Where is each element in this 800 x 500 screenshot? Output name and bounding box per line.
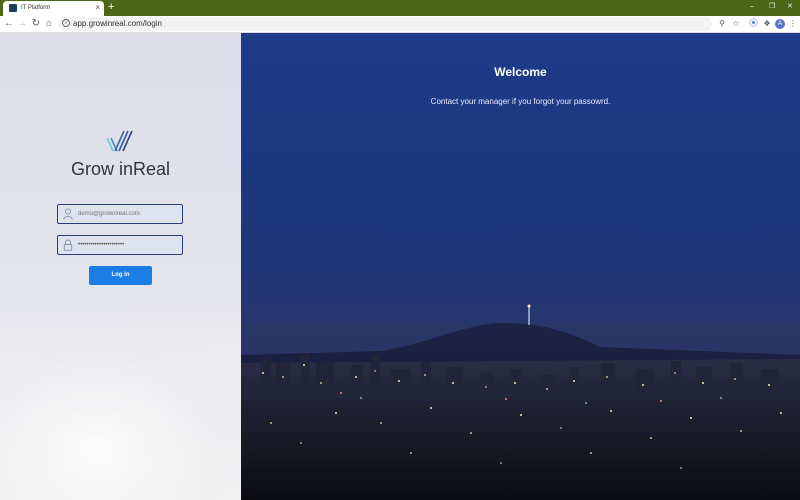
close-window-button[interactable]: ✕ [787, 2, 793, 12]
favicon-icon [9, 4, 17, 12]
site-info-icon[interactable]: i [62, 19, 70, 27]
welcome-heading: Welcome [494, 65, 547, 79]
address-bar[interactable]: i app.growinreal.com/login [58, 17, 712, 31]
browser-toolbar: ← → ↻ ⌂ i app.growinreal.com/login ⚲ ☆ ❖… [0, 16, 800, 33]
home-icon[interactable]: ⌂ [43, 17, 55, 31]
tab-title: IT Platform [21, 5, 51, 11]
browser-tab[interactable]: IT Platform × [3, 1, 104, 16]
extension-icon[interactable] [748, 18, 758, 31]
login-button[interactable]: Log in [89, 266, 152, 285]
star-icon[interactable]: ☆ [731, 18, 741, 30]
new-tab-button[interactable]: + [108, 1, 114, 14]
user-icon [63, 208, 73, 220]
city-night-skyline-image [241, 304, 800, 500]
login-panel: Grow inReal Log in [0, 33, 241, 500]
url-text[interactable]: app.growinreal.com/login [73, 18, 162, 30]
password-field[interactable] [57, 235, 183, 255]
tab-close-icon[interactable]: × [95, 2, 100, 13]
browser-tab-bar: IT Platform × + – ❐ ✕ [0, 0, 800, 16]
minimize-button[interactable]: – [750, 2, 754, 12]
back-icon[interactable]: ← [3, 17, 15, 31]
hero-panel: Welcome Contact your manager if you forg… [241, 33, 800, 500]
puzzle-icon[interactable]: ❖ [762, 18, 772, 30]
forgot-password-hint: Contact your manager if you forgot your … [430, 97, 611, 106]
email-input[interactable] [78, 208, 178, 220]
reload-icon[interactable]: ↻ [30, 17, 42, 31]
email-field[interactable] [57, 204, 183, 224]
key-icon[interactable]: ⚲ [717, 18, 727, 30]
lock-icon [63, 239, 73, 251]
profile-avatar[interactable]: A [775, 19, 785, 29]
password-input[interactable] [78, 239, 178, 251]
forward-icon[interactable]: → [16, 17, 28, 31]
brand-logo-icon [106, 130, 133, 152]
brand-name: Grow inReal [70, 159, 171, 179]
restore-button[interactable]: ❐ [769, 2, 775, 12]
background-haze [0, 333, 241, 500]
menu-icon[interactable]: ⋮ [788, 18, 798, 30]
